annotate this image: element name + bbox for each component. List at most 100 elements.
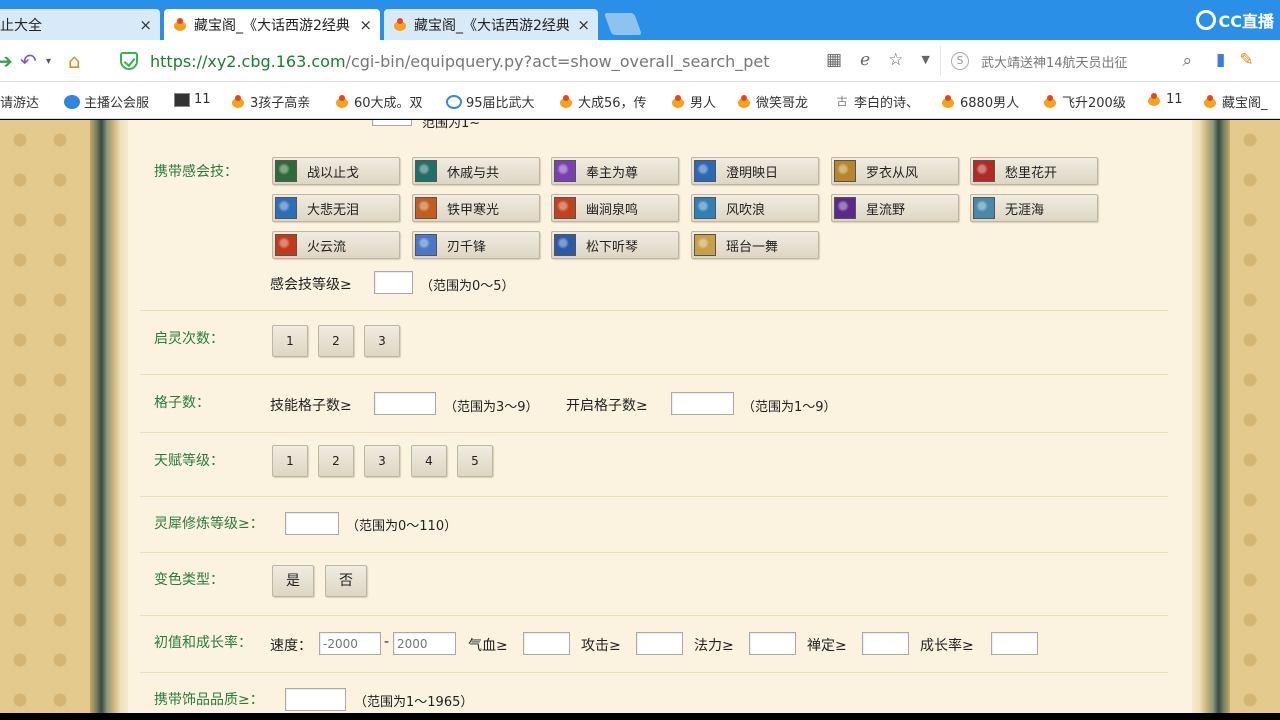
growth-rate-input[interactable] bbox=[991, 632, 1038, 655]
skill-icon bbox=[554, 234, 576, 256]
new-tab-button[interactable] bbox=[603, 13, 643, 35]
right-frame-border bbox=[1192, 120, 1230, 713]
search-icon[interactable]: ⌕ bbox=[1182, 51, 1192, 71]
qiling-option-3[interactable]: 3 bbox=[364, 325, 400, 357]
feel-skill-button[interactable]: 星流野 bbox=[831, 194, 959, 222]
left-frame-border bbox=[90, 120, 128, 713]
chevron-down-icon[interactable]: ▼ bbox=[921, 53, 929, 70]
speed-max-input[interactable] bbox=[393, 632, 456, 655]
accessory-input[interactable] bbox=[285, 688, 346, 711]
sidebar-icon[interactable]: ▮ bbox=[1216, 50, 1225, 70]
feel-skill-button[interactable]: 松下听琴 bbox=[551, 231, 679, 259]
talent-option-2[interactable]: 2 bbox=[318, 445, 354, 477]
bookmark-item[interactable]: 主播公会服 bbox=[64, 92, 149, 111]
home-icon[interactable]: ⌂ bbox=[68, 49, 81, 73]
mana-label: 法力≥ bbox=[694, 638, 734, 654]
tab-1[interactable]: 止大全 × bbox=[0, 9, 160, 40]
talent-option-3[interactable]: 3 bbox=[364, 445, 400, 477]
bookmark-poem-icon: 古 bbox=[836, 94, 848, 108]
close-icon[interactable]: × bbox=[359, 16, 372, 34]
bookmark-item[interactable]: 微笑哥龙 bbox=[736, 92, 808, 111]
talent-option-5[interactable]: 5 bbox=[457, 445, 493, 477]
color-type-yes-button[interactable]: 是 bbox=[272, 565, 314, 597]
feel-skill-button[interactable]: 幽涧泉鸣 bbox=[551, 194, 679, 222]
bookmark-item[interactable]: 60大成。双 bbox=[334, 92, 423, 111]
bookmark-item[interactable]: 6880男人 bbox=[940, 92, 1019, 111]
bookmark-label: 男人 bbox=[690, 96, 717, 111]
bookmark-item[interactable]: 11 bbox=[1146, 92, 1183, 107]
bookmark-item[interactable]: 11 bbox=[174, 92, 211, 107]
zen-input[interactable] bbox=[862, 632, 909, 655]
accessory-label: 携带饰品品质≥： bbox=[154, 692, 264, 708]
chevron-down-icon[interactable]: ▾ bbox=[46, 56, 51, 67]
feel-skill-button[interactable]: 罗衣从风 bbox=[831, 157, 959, 185]
feel-skill-button[interactable]: 澄明映日 bbox=[691, 157, 819, 185]
bookmark-item[interactable]: 请游达 bbox=[0, 92, 39, 111]
address-tools: ▦ ℯ ☆ ▼ bbox=[826, 50, 930, 70]
bookmark-item[interactable]: 古李白的诗、 bbox=[834, 92, 920, 112]
speed-min-input[interactable] bbox=[319, 632, 381, 655]
cbg-favicon-icon bbox=[1042, 94, 1058, 109]
feel-skill-button[interactable]: 刃千锋 bbox=[412, 231, 540, 259]
bookmark-item[interactable]: 3孩子高亲 bbox=[230, 92, 310, 111]
attack-label: 攻击≥ bbox=[581, 638, 621, 654]
feel-skill-button[interactable]: 风吹浪 bbox=[691, 194, 819, 222]
star-icon[interactable]: ☆ bbox=[888, 50, 903, 70]
url-field[interactable]: https://xy2.cbg.163.com/cgi-bin/equipque… bbox=[116, 46, 821, 76]
qiling-option-1[interactable]: 1 bbox=[272, 325, 308, 357]
address-bar: ➔ ↶ ▾ ⌂ https://xy2.cbg.163.com/cgi-bin/… bbox=[0, 40, 1280, 82]
lingxi-label: 灵犀修炼等级≥： bbox=[154, 516, 264, 532]
skill-grid-input[interactable] bbox=[374, 392, 436, 415]
undo-icon[interactable]: ↶ bbox=[20, 49, 37, 73]
tab-3[interactable]: 藏宝阁_《大话西游2经典 × bbox=[384, 9, 598, 40]
feel-skill-button[interactable]: 战以止戈 bbox=[272, 157, 400, 185]
feel-skill-button[interactable]: 瑶台一舞 bbox=[691, 231, 819, 259]
extension-icon[interactable]: ✎ bbox=[1239, 50, 1253, 70]
talent-option-1[interactable]: 1 bbox=[272, 445, 308, 477]
cut-off-input[interactable] bbox=[372, 120, 412, 126]
feel-skill-button[interactable]: 火云流 bbox=[272, 231, 400, 259]
bookmark-item[interactable]: 大成56，传 bbox=[558, 92, 647, 111]
cbg-favicon-icon bbox=[736, 94, 752, 109]
tab-title: 藏宝阁_《大话西游2经典 bbox=[414, 17, 570, 34]
feel-skill-level-input[interactable] bbox=[374, 271, 413, 294]
skill-name: 战以止戈 bbox=[307, 165, 360, 181]
skill-name: 澄明映日 bbox=[726, 165, 779, 181]
feel-skill-button[interactable]: 铁甲寒光 bbox=[412, 194, 540, 222]
bookmark-item[interactable]: 男人 bbox=[670, 92, 716, 111]
ie-mode-icon[interactable]: ℯ bbox=[860, 50, 870, 70]
lingxi-input[interactable] bbox=[285, 512, 339, 535]
color-type-no-button[interactable]: 否 bbox=[325, 565, 367, 597]
feel-skill-button[interactable]: 愁里花开 bbox=[970, 157, 1098, 185]
search-engine-icon: S bbox=[951, 52, 969, 70]
feel-skill-label: 携带感会技： bbox=[154, 164, 238, 180]
bookmark-label: 微笑哥龙 bbox=[756, 96, 809, 111]
skill-name: 刃千锋 bbox=[447, 239, 487, 255]
cbg-favicon-icon bbox=[558, 94, 574, 109]
feel-skill-button[interactable]: 奉主为尊 bbox=[551, 157, 679, 185]
forward-icon[interactable]: ➔ bbox=[0, 49, 13, 73]
open-grid-input[interactable] bbox=[671, 392, 734, 415]
feel-skill-button[interactable]: 休戚与共 bbox=[412, 157, 540, 185]
close-icon[interactable]: × bbox=[139, 16, 152, 34]
attack-input[interactable] bbox=[636, 632, 683, 655]
speed-range-dash: - bbox=[384, 634, 390, 650]
divider bbox=[140, 496, 1168, 497]
bottom-edge bbox=[0, 713, 1280, 720]
bookmark-item[interactable]: 藏宝阁_ bbox=[1202, 92, 1268, 111]
mana-input[interactable] bbox=[749, 632, 796, 655]
grid-icon[interactable]: ▦ bbox=[826, 50, 842, 70]
qiling-option-2[interactable]: 2 bbox=[318, 325, 354, 357]
skill-name: 火云流 bbox=[307, 239, 347, 255]
bookmark-item[interactable]: 95届比武大 bbox=[446, 92, 535, 111]
talent-option-4[interactable]: 4 bbox=[411, 445, 447, 477]
feel-skill-button[interactable]: 大悲无泪 bbox=[272, 194, 400, 222]
cbg-favicon-icon bbox=[392, 17, 408, 32]
bookmark-item[interactable]: 飞升200级 bbox=[1042, 92, 1126, 111]
hp-input[interactable] bbox=[523, 632, 570, 655]
close-icon[interactable]: × bbox=[577, 16, 590, 34]
search-box[interactable]: S 武大靖送神14航天员出征 ⌕ bbox=[940, 46, 1202, 76]
feel-skill-button[interactable]: 无涯海 bbox=[970, 194, 1098, 222]
skill-icon bbox=[973, 160, 995, 182]
tab-2[interactable]: 藏宝阁_《大话西游2经典 × bbox=[164, 9, 380, 40]
